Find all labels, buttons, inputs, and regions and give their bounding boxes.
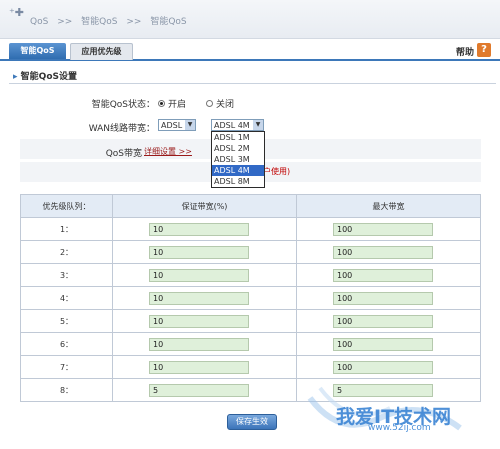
guaranteed-cell: 10 [112, 240, 297, 264]
tab-smart-qos[interactable]: 智能QoS [9, 43, 66, 59]
chevron-down-icon[interactable]: ▼ [253, 120, 263, 130]
guaranteed-input[interactable]: 10 [149, 245, 249, 259]
queue-number: 4： [20, 286, 113, 310]
max-cell: 100 [296, 217, 481, 241]
guaranteed-input[interactable]: 5 [149, 383, 249, 397]
guaranteed-cell: 10 [112, 332, 297, 356]
top-bar: ⁺✚ QoS >> 智能QoS >> 智能QoS [0, 0, 500, 39]
guaranteed-input[interactable]: 10 [149, 337, 249, 351]
header-queue: 优先级队列： [20, 194, 113, 218]
help-icon[interactable]: ? [477, 43, 491, 57]
guaranteed-cell: 10 [112, 309, 297, 333]
guaranteed-input[interactable]: 10 [149, 360, 249, 374]
breadcrumb-item[interactable]: 智能QoS [81, 17, 117, 27]
max-input[interactable]: 100 [333, 245, 433, 259]
queue-number: 5： [20, 309, 113, 333]
section-title-text: 智能QoS设置 [20, 72, 77, 82]
table-row: 7： 10 100 [20, 355, 481, 379]
priority-queue-table: 优先级队列： 保证带宽(%) 最大带宽 1： 10 100 2： 10 100 … [20, 194, 481, 402]
breadcrumb-separator: >> [126, 17, 142, 27]
max-input[interactable]: 100 [333, 222, 433, 236]
qos-icon: ⁺✚ [9, 6, 25, 19]
guaranteed-input[interactable]: 10 [149, 222, 249, 236]
queue-number: 8： [20, 378, 113, 402]
guaranteed-input[interactable]: 10 [149, 268, 249, 282]
section-divider [9, 83, 496, 84]
max-cell: 100 [296, 309, 481, 333]
table-row: 8： 5 5 [20, 378, 481, 402]
help-link[interactable]: 帮助 [456, 45, 474, 58]
radio-on-dot[interactable] [158, 100, 165, 107]
queue-number: 3： [20, 263, 113, 287]
queue-number: 2： [20, 240, 113, 264]
wan-bandwidth-label: WAN线路带宽： [88, 124, 155, 134]
qos-bandwidth-label: QoS带宽 [105, 149, 142, 159]
usage-note: 户使用) [263, 167, 291, 176]
max-input[interactable]: 100 [333, 314, 433, 328]
max-cell: 100 [296, 355, 481, 379]
breadcrumb-item[interactable]: QoS [30, 17, 48, 27]
guaranteed-cell: 10 [112, 217, 297, 241]
max-cell: 100 [296, 240, 481, 264]
dropdown-option[interactable]: ADSL 3M [212, 154, 264, 165]
radio-off[interactable]: 关闭 [206, 97, 234, 110]
table-row: 4： 10 100 [20, 286, 481, 310]
table-row: 1： 10 100 [20, 217, 481, 241]
guaranteed-cell: 5 [112, 378, 297, 402]
watermark-url: www.52ij.com [368, 423, 431, 433]
breadcrumb: QoS >> 智能QoS >> 智能QoS [30, 14, 193, 27]
max-cell: 100 [296, 263, 481, 287]
max-input[interactable]: 100 [333, 291, 433, 305]
table-row: 2： 10 100 [20, 240, 481, 264]
chevron-down-icon[interactable]: ▼ [185, 120, 195, 130]
dropdown-option[interactable]: ADSL 1M [212, 132, 264, 143]
dropdown-option[interactable]: ADSL 2M [212, 143, 264, 154]
dropdown-option-selected[interactable]: ADSL 4M [212, 165, 264, 176]
table-header-row: 优先级队列： 保证带宽(%) 最大带宽 [20, 194, 481, 218]
qos-status-label: 智能QoS状态： [91, 100, 155, 110]
table-row: 5： 10 100 [20, 309, 481, 333]
radio-on[interactable]: 开启 [158, 97, 186, 110]
guaranteed-cell: 10 [112, 286, 297, 310]
line-type-value: ADSL [161, 121, 183, 130]
max-cell: 100 [296, 332, 481, 356]
breadcrumb-separator: >> [57, 17, 73, 27]
guaranteed-input[interactable]: 10 [149, 291, 249, 305]
breadcrumb-item: 智能QoS [150, 17, 187, 27]
max-cell: 5 [296, 378, 481, 402]
section-title: ▸ 智能QoS设置 [13, 69, 77, 82]
bandwidth-value: ADSL 4M [214, 121, 250, 130]
max-input[interactable]: 100 [333, 360, 433, 374]
guaranteed-cell: 10 [112, 355, 297, 379]
max-cell: 100 [296, 286, 481, 310]
table-row: 3： 10 100 [20, 263, 481, 287]
queue-number: 1： [20, 217, 113, 241]
max-input[interactable]: 5 [333, 383, 433, 397]
bandwidth-select[interactable]: ADSL 4M ▼ [211, 119, 264, 131]
table-row: 6： 10 100 [20, 332, 481, 356]
tab-app-priority[interactable]: 应用优先级 [70, 43, 133, 60]
max-input[interactable]: 100 [333, 268, 433, 282]
save-button[interactable]: 保存生效 [227, 414, 277, 430]
queue-number: 7： [20, 355, 113, 379]
section-marker-icon: ▸ [13, 72, 18, 82]
header-max: 最大带宽 [296, 194, 481, 218]
radio-off-dot[interactable] [206, 100, 213, 107]
tab-bar: 智能QoS 应用优先级 [0, 41, 500, 61]
guaranteed-cell: 10 [112, 263, 297, 287]
max-input[interactable]: 100 [333, 337, 433, 351]
header-guaranteed: 保证带宽(%) [112, 194, 297, 218]
queue-number: 6： [20, 332, 113, 356]
bandwidth-dropdown: ADSL 1M ADSL 2M ADSL 3M ADSL 4M ADSL 8M [211, 131, 265, 188]
line-type-select[interactable]: ADSL ▼ [158, 119, 196, 131]
radio-on-label: 开启 [168, 100, 187, 110]
dropdown-option[interactable]: ADSL 8M [212, 176, 264, 187]
guaranteed-input[interactable]: 10 [149, 314, 249, 328]
radio-off-label: 关闭 [216, 100, 235, 110]
detail-settings-link[interactable]: 详细设置 >> [144, 146, 192, 157]
